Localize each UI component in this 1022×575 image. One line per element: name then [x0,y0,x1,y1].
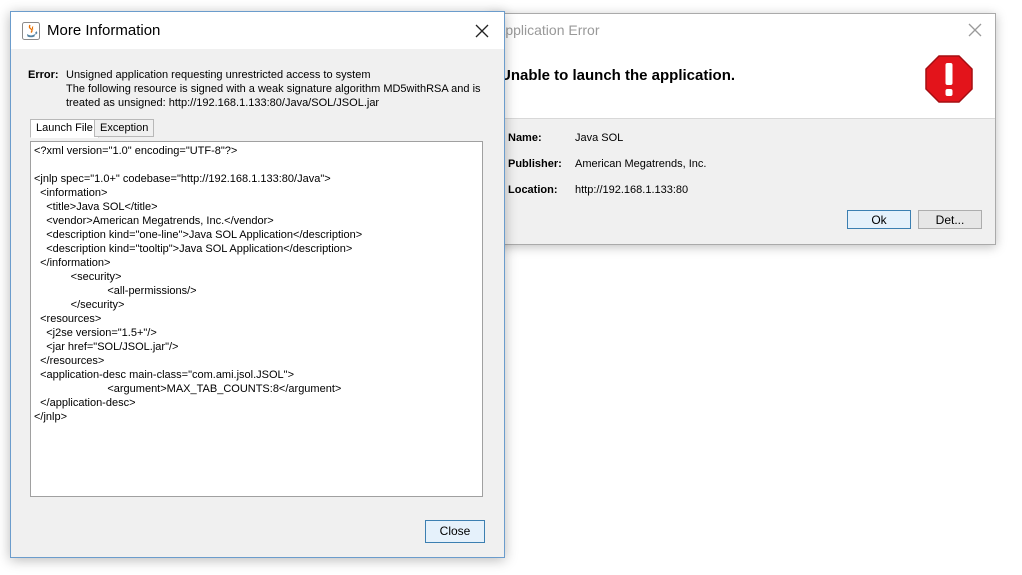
info-dialog-title: More Information [47,22,161,39]
error-label: Error: [28,69,59,81]
more-information-dialog: More Information Error: Unsigned applica… [10,11,505,558]
xml-line: <description kind="tooltip">Java SOL App… [34,243,353,255]
close-icon[interactable] [965,20,985,40]
xml-line: <title>Java SOL</title> [34,201,158,213]
field-value: http://192.168.1.133:80 [575,184,689,196]
info-dialog-titlebar[interactable]: More Information [11,12,504,49]
xml-line: <jnlp spec="1.0+" codebase="http://192.1… [34,173,331,185]
application-error-dialog: Application Error Unable to launch the a… [490,13,996,245]
launch-file-text-area[interactable]: <?xml version="1.0" encoding="UTF-8"?> <… [30,141,483,497]
error-dialog-header: Unable to launch the application. [491,47,995,119]
xml-line: </information> [34,257,111,269]
xml-line: <all-permissions/> [34,285,197,297]
tab-launch-file[interactable]: Launch File [30,119,99,138]
xml-line: <application-desc main-class="com.ami.js… [34,369,294,381]
field-value: Java SOL [575,132,624,144]
xml-line: </jnlp> [34,411,68,423]
error-text: Unsigned application requesting unrestri… [66,68,481,110]
field-value: American Megatrends, Inc. [575,158,707,170]
xml-line: <vendor>American Megatrends, Inc.</vendo… [34,215,274,227]
error-line: treated as unsigned: http://192.168.1.13… [66,97,380,109]
xml-line: <information> [34,187,108,199]
xml-line: </resources> [34,355,105,367]
tab-exception[interactable]: Exception [94,119,155,137]
xml-line: <argument>MAX_TAB_COUNTS:8</argument> [34,383,342,395]
close-button[interactable]: Close [425,520,485,543]
field-label: Publisher: [508,158,562,170]
xml-line: <resources> [34,313,102,325]
error-headline: Unable to launch the application. [500,67,736,84]
stop-sign-icon [924,54,974,104]
xml-line: <jar href="SOL/JSOL.jar"/> [34,341,179,353]
xml-line: </security> [34,299,125,311]
java-icon [22,22,40,40]
xml-line: <j2se version="1.5+"/> [34,327,157,339]
error-line: The following resource is signed with a … [66,83,481,95]
error-line: Unsigned application requesting unrestri… [66,69,371,81]
field-label: Name: [508,132,542,144]
xml-line: <?xml version="1.0" encoding="UTF-8"?> [34,145,238,157]
xml-line: <description kind="one-line">Java SOL Ap… [34,229,363,241]
xml-line: <security> [34,271,122,283]
details-button[interactable]: Det... [918,210,982,229]
ok-button[interactable]: Ok [847,210,911,229]
error-dialog-title: Application Error [496,22,600,38]
xml-line: </application-desc> [34,397,136,409]
close-icon[interactable] [472,21,492,41]
error-dialog-titlebar[interactable]: Application Error [491,14,995,47]
field-label: Location: [508,184,558,196]
